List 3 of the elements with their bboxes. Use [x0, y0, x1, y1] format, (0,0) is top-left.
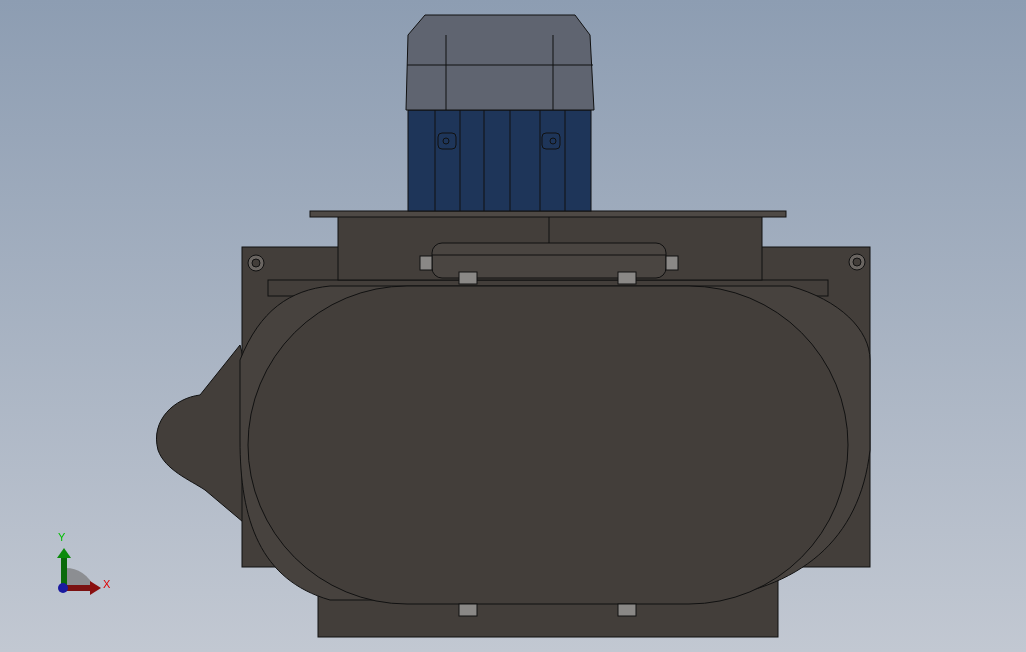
- axis-label: Y: [58, 531, 66, 543]
- axis-triad-icon: [57, 548, 101, 595]
- axis-label: X: [103, 578, 111, 590]
